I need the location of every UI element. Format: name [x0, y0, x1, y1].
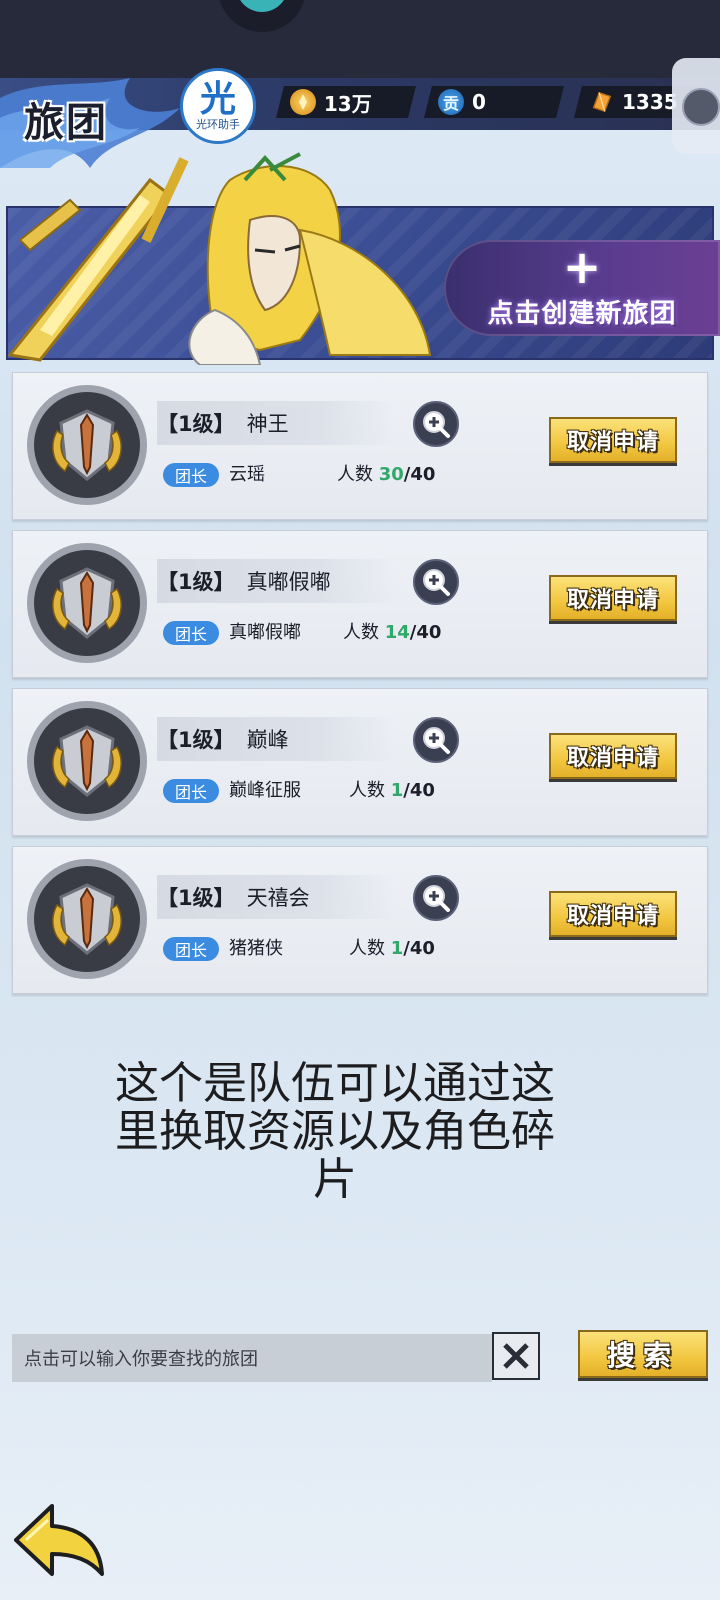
- cancel-application-button[interactable]: 取消申请: [549, 417, 677, 463]
- leader-tag: 团长: [163, 463, 219, 487]
- members-current: 30: [378, 464, 404, 485]
- cancel-application-button[interactable]: 取消申请: [549, 733, 677, 779]
- helper-badge[interactable]: 光 光环助手: [180, 68, 256, 144]
- hero-character-art: [7, 152, 432, 365]
- members-label: 人数: [349, 780, 385, 801]
- guild-name-strip: 【1级】 真嘟假嘟: [157, 559, 395, 603]
- guild-card: 【1级】 天禧会 团长 猪猪侠 人数 1/40 取消申请: [12, 846, 708, 994]
- guild-emblem-icon: [27, 543, 147, 663]
- guild-name-strip: 【1级】 巅峰: [157, 717, 395, 761]
- search-row: 点击可以输入你要查找的旅团 搜索: [12, 1330, 708, 1386]
- members-label: 人数: [349, 938, 385, 959]
- guild-emblem-icon: [27, 859, 147, 979]
- magnifier-plus-icon: [423, 885, 450, 912]
- leader-tag: 团长: [163, 779, 219, 803]
- member-count: 人数 1/40: [349, 779, 435, 803]
- gem-value: 1335: [622, 90, 678, 114]
- caption-text: 这个是队伍可以通过这里换取资源以及角色碎片: [115, 1058, 555, 1205]
- guild-level: 【1级】: [157, 570, 235, 594]
- guild-level: 【1级】: [157, 728, 235, 752]
- members-label: 人数: [343, 622, 379, 643]
- members-current: 1: [390, 938, 404, 959]
- members-max: /40: [403, 938, 435, 959]
- guild-level: 【1级】: [157, 886, 235, 910]
- leader-name: 云瑶: [229, 464, 265, 485]
- clear-search-button[interactable]: [492, 1332, 540, 1380]
- cancel-application-button[interactable]: 取消申请: [549, 575, 677, 621]
- gold-counter[interactable]: 13万: [276, 86, 416, 118]
- contribution-icon: 贡: [438, 89, 464, 115]
- view-guild-button[interactable]: [413, 559, 459, 605]
- guild-name: 巅峰: [246, 728, 289, 752]
- back-arrow-icon[interactable]: [12, 1500, 108, 1580]
- guild-emblem-icon: [27, 701, 147, 821]
- guild-name-strip: 【1级】 天禧会: [157, 875, 395, 919]
- members-max: /40: [403, 464, 436, 485]
- leader-tag: 团长: [163, 621, 219, 645]
- member-count: 人数 30/40: [337, 463, 435, 487]
- members-max: /40: [409, 622, 442, 643]
- guild-card: 【1级】 神王 团长 云瑶 人数 30/40 取消申请: [12, 372, 708, 520]
- magnifier-plus-icon: [423, 569, 450, 596]
- close-icon: [503, 1343, 529, 1369]
- member-count: 人数 1/40: [349, 937, 435, 961]
- guild-emblem-icon: [27, 385, 147, 505]
- view-guild-button[interactable]: [413, 717, 459, 763]
- members-max: /40: [403, 780, 435, 801]
- members-current: 14: [384, 622, 410, 643]
- member-count: 人数 14/40: [343, 621, 441, 645]
- gold-value: 13万: [324, 91, 372, 116]
- guild-card: 【1级】 巅峰 团长 巅峰征服 人数 1/40 取消申请: [12, 688, 708, 836]
- guild-level: 【1级】: [157, 412, 235, 436]
- top-bar: [0, 0, 720, 78]
- guild-name-strip: 【1级】 神王: [157, 401, 395, 445]
- magnifier-plus-icon: [423, 411, 450, 438]
- guild-list: 【1级】 神王 团长 云瑶 人数 30/40 取消申请 【1级】 真嘟假嘟 团长…: [12, 372, 708, 1004]
- guild-name: 神王: [246, 412, 289, 436]
- gem-icon: [588, 89, 614, 115]
- search-input[interactable]: 点击可以输入你要查找的旅团: [12, 1334, 492, 1382]
- create-guild-button[interactable]: + 点击创建新旅团: [444, 240, 720, 336]
- leader-name: 真嘟假嘟: [229, 622, 301, 643]
- create-guild-label: 点击创建新旅团: [487, 298, 677, 329]
- members-label: 人数: [337, 464, 373, 485]
- leader-name: 猪猪侠: [229, 938, 283, 959]
- search-button[interactable]: 搜索: [578, 1330, 708, 1378]
- view-guild-button[interactable]: [413, 401, 459, 447]
- cancel-application-button[interactable]: 取消申请: [549, 891, 677, 937]
- helper-label: 光环助手: [196, 118, 240, 131]
- plus-icon: +: [562, 239, 602, 294]
- gold-coin-icon: [290, 89, 316, 115]
- side-menu-button[interactable]: [672, 58, 720, 154]
- guild-name: 天禧会: [246, 886, 310, 910]
- leader-name: 巅峰征服: [229, 780, 301, 801]
- contribution-value: 0: [472, 90, 486, 114]
- members-current: 1: [390, 780, 404, 801]
- contribution-counter[interactable]: 贡 0: [424, 86, 564, 118]
- view-guild-button[interactable]: [413, 875, 459, 921]
- helper-glyph: 光: [199, 79, 236, 120]
- leader-tag: 团长: [163, 937, 219, 961]
- guild-card: 【1级】 真嘟假嘟 团长 真嘟假嘟 人数 14/40 取消申请: [12, 530, 708, 678]
- avatar-icon: [682, 88, 720, 126]
- guild-name: 真嘟假嘟: [246, 570, 331, 594]
- magnifier-plus-icon: [423, 727, 450, 754]
